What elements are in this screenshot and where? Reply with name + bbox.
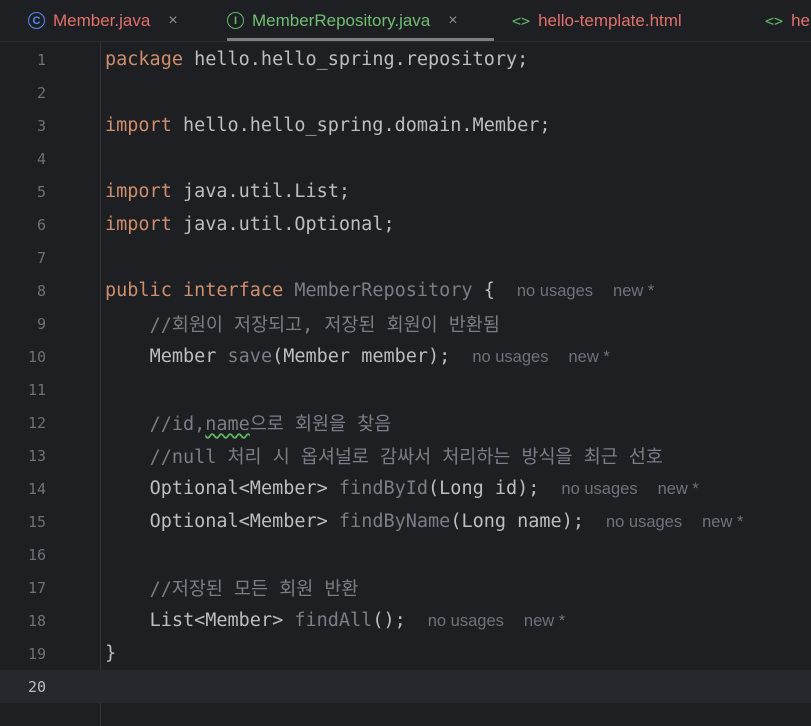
- interface-icon: I: [227, 12, 244, 29]
- code-text[interactable]: List<Member> findAll(); no usages new *: [105, 610, 566, 631]
- code-line[interactable]: 2: [0, 76, 811, 109]
- tab-member-java[interactable]: C Member.java ×: [28, 0, 178, 41]
- line-number: 11: [27, 380, 46, 399]
- line-number: 9: [36, 314, 46, 333]
- usages-hint[interactable]: no usages new *: [606, 513, 743, 531]
- code-text[interactable]: //id,name으로 회원을 찾음: [105, 410, 392, 436]
- line-number: 13: [27, 446, 46, 465]
- tab-label: hello-template.html: [538, 10, 682, 30]
- code-text[interactable]: public interface MemberRepository {no us…: [105, 280, 654, 301]
- editor-tab-bar: C Member.java × I MemberRepository.java …: [0, 0, 811, 42]
- line-number: 7: [36, 248, 46, 267]
- code-line[interactable]: 15 Optional<Member> findByName(Long name…: [0, 505, 811, 538]
- code-line[interactable]: 16: [0, 538, 811, 571]
- code-line[interactable]: 14 Optional<Member> findById(Long id); no…: [0, 472, 811, 505]
- line-number: 15: [27, 512, 46, 531]
- line-number: 3: [36, 116, 46, 135]
- line-number: 4: [36, 149, 46, 168]
- line-number: 5: [36, 182, 46, 201]
- line-number: 19: [27, 644, 46, 663]
- code-line[interactable]: 1 package hello.hello_spring.repository;: [0, 43, 811, 76]
- usages-hint[interactable]: no usages new *: [472, 348, 609, 366]
- line-number: 10: [27, 347, 46, 366]
- line-number: 17: [27, 578, 46, 597]
- code-text[interactable]: }: [105, 643, 116, 664]
- code-line[interactable]: 17 //저장된 모든 회원 반환: [0, 571, 811, 604]
- usages-hint[interactable]: no usages new *: [561, 480, 698, 498]
- code-line[interactable]: 10 Member save(Member member); no usages n…: [0, 340, 811, 373]
- tab-overflow-html[interactable]: <> he: [765, 0, 810, 41]
- line-number: 12: [27, 413, 46, 432]
- typo-squiggle: name: [205, 413, 250, 435]
- tab-label: Member.java: [53, 10, 151, 30]
- line-number: 8: [36, 281, 46, 300]
- class-icon: C: [28, 12, 45, 29]
- code-line[interactable]: 11: [0, 373, 811, 406]
- line-number: 20: [27, 677, 46, 696]
- tab-hello-template-html[interactable]: <> hello-template.html: [512, 0, 682, 41]
- tab-label: he: [791, 10, 810, 30]
- html-icon: <>: [512, 11, 531, 30]
- code-text[interactable]: //저장된 모든 회원 반환: [105, 575, 359, 601]
- code-text[interactable]: import hello.hello_spring.domain.Member;: [105, 115, 551, 136]
- code-line[interactable]: 6 import java.util.Optional;: [0, 208, 811, 241]
- line-number: 14: [27, 479, 46, 498]
- code-text[interactable]: Optional<Member> findByName(Long name); n…: [105, 511, 744, 532]
- code-line[interactable]: 4: [0, 142, 811, 175]
- code-text[interactable]: //회원이 저장되고, 저장된 회원이 반환됨: [105, 311, 500, 337]
- code-text[interactable]: import java.util.List;: [105, 181, 350, 202]
- code-line[interactable]: 12 //id,name으로 회원을 찾음: [0, 406, 811, 439]
- code-text[interactable]: Optional<Member> findById(Long id); no us…: [105, 478, 699, 499]
- code-line[interactable]: 5 import java.util.List;: [0, 175, 811, 208]
- line-number: 1: [36, 50, 46, 69]
- code-line[interactable]: 18 List<Member> findAll(); no usages new *: [0, 604, 811, 637]
- code-line[interactable]: 9 //회원이 저장되고, 저장된 회원이 반환됨: [0, 307, 811, 340]
- code-text[interactable]: //null 처리 시 옵셔널로 감싸서 처리하는 방식을 최근 선호: [105, 443, 663, 469]
- usages-hint[interactable]: no usages new *: [428, 612, 565, 630]
- code-line[interactable]: 3 import hello.hello_spring.domain.Membe…: [0, 109, 811, 142]
- tab-label: MemberRepository.java: [252, 10, 431, 30]
- code-line-current[interactable]: 20: [0, 670, 811, 703]
- line-number: 6: [36, 215, 46, 234]
- close-icon[interactable]: ×: [448, 12, 457, 30]
- html-icon: <>: [765, 11, 784, 30]
- code-line[interactable]: 7: [0, 241, 811, 274]
- code-text[interactable]: Member save(Member member); no usages new …: [105, 346, 610, 367]
- code-text[interactable]: import java.util.Optional;: [105, 214, 395, 235]
- close-icon[interactable]: ×: [168, 12, 177, 30]
- code-line[interactable]: 19 }: [0, 637, 811, 670]
- line-number: 18: [27, 611, 46, 630]
- code-line[interactable]: 13 //null 처리 시 옵셔널로 감싸서 처리하는 방식을 최근 선호: [0, 439, 811, 472]
- code-line[interactable]: 8 public interface MemberRepository {no …: [0, 274, 811, 307]
- usages-hint[interactable]: no usages new *: [517, 282, 654, 300]
- code-text[interactable]: package hello.hello_spring.repository;: [105, 49, 528, 70]
- line-number: 2: [36, 83, 46, 102]
- line-number: 16: [27, 545, 46, 564]
- tab-memberrepository-java[interactable]: I MemberRepository.java ×: [227, 0, 494, 41]
